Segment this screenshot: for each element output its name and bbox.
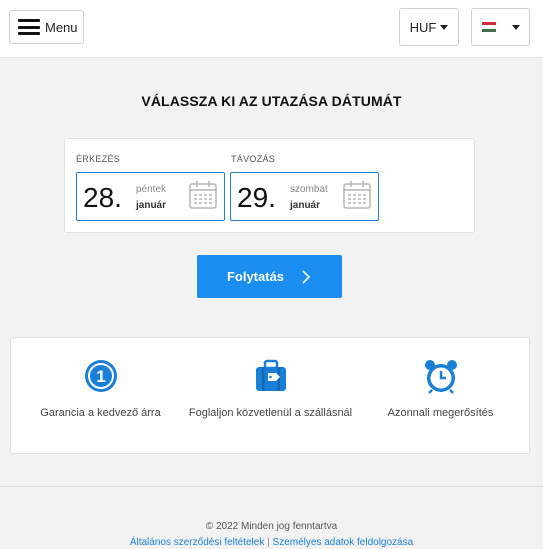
menu-label: Menu (45, 19, 78, 35)
page-title: VÁLASSZA KI AZ UTAZÁSA DÁTUMÁT (141, 93, 402, 109)
features-panel: 1 Garancia a kedvező árra Foglaljon közv… (10, 337, 530, 454)
feature-book-direct: Foglaljon közvetlenül a szállásnál (184, 358, 357, 422)
feature-text: Foglaljon közvetlenül a szállásnál (188, 407, 353, 419)
date-selection-card: ÉRKEZÉS 28. péntek január TÁVOZÁS 29. sz… (64, 138, 475, 233)
arrival-label: ÉRKEZÉS (76, 154, 121, 164)
arrival-day: 28. (83, 182, 122, 213)
currency-dropdown[interactable]: HUF (399, 8, 459, 46)
caret-down-icon (440, 24, 449, 30)
calendar-icon (343, 181, 371, 209)
feature-instant-confirmation: Azonnali megerősítés (354, 358, 527, 422)
caret-down-icon (511, 24, 520, 30)
privacy-link[interactable]: Személyes adatok feldolgozása (273, 537, 414, 548)
currency-label: HUF (409, 19, 437, 35)
footer-links: Általános szerződési feltételek | Személ… (0, 537, 543, 548)
menu-button[interactable]: Menu (9, 10, 84, 44)
calendar-icon (189, 181, 217, 209)
continue-label: Folytatás (226, 269, 285, 284)
departure-weekday: szombat (290, 184, 328, 195)
arrival-date-picker[interactable]: 28. péntek január (76, 172, 225, 221)
arrival-weekday: péntek (136, 184, 167, 195)
top-navigation-bar: Menu HUF (0, 0, 543, 58)
feature-text: Azonnali megerősítés (387, 407, 494, 419)
departure-month: január (290, 200, 321, 211)
number-one-badge-icon: 1 (84, 360, 117, 392)
svg-text:1: 1 (96, 367, 105, 386)
language-dropdown[interactable] (471, 8, 530, 46)
hungary-flag-icon (481, 22, 496, 32)
feature-text: Garancia a kedvező árra (40, 407, 161, 419)
footer-divider (0, 486, 543, 487)
terms-link[interactable]: Általános szerződési feltételek (130, 537, 265, 548)
hamburger-icon (18, 19, 40, 35)
copyright-text: © 2022 Minden jog fenntartva (205, 521, 338, 532)
departure-day: 29. (237, 182, 276, 213)
suitcase-tag-icon (255, 359, 286, 391)
alarm-clock-icon (424, 360, 457, 394)
feature-price-guarantee: 1 Garancia a kedvező árra (14, 358, 187, 422)
chevron-right-icon (302, 269, 311, 284)
departure-label: TÁVOZÁS (231, 154, 276, 164)
departure-date-picker[interactable]: 29. szombat január (230, 172, 379, 221)
continue-button[interactable]: Folytatás (197, 255, 342, 298)
link-separator: | (267, 537, 270, 548)
arrival-month: január (136, 200, 167, 211)
